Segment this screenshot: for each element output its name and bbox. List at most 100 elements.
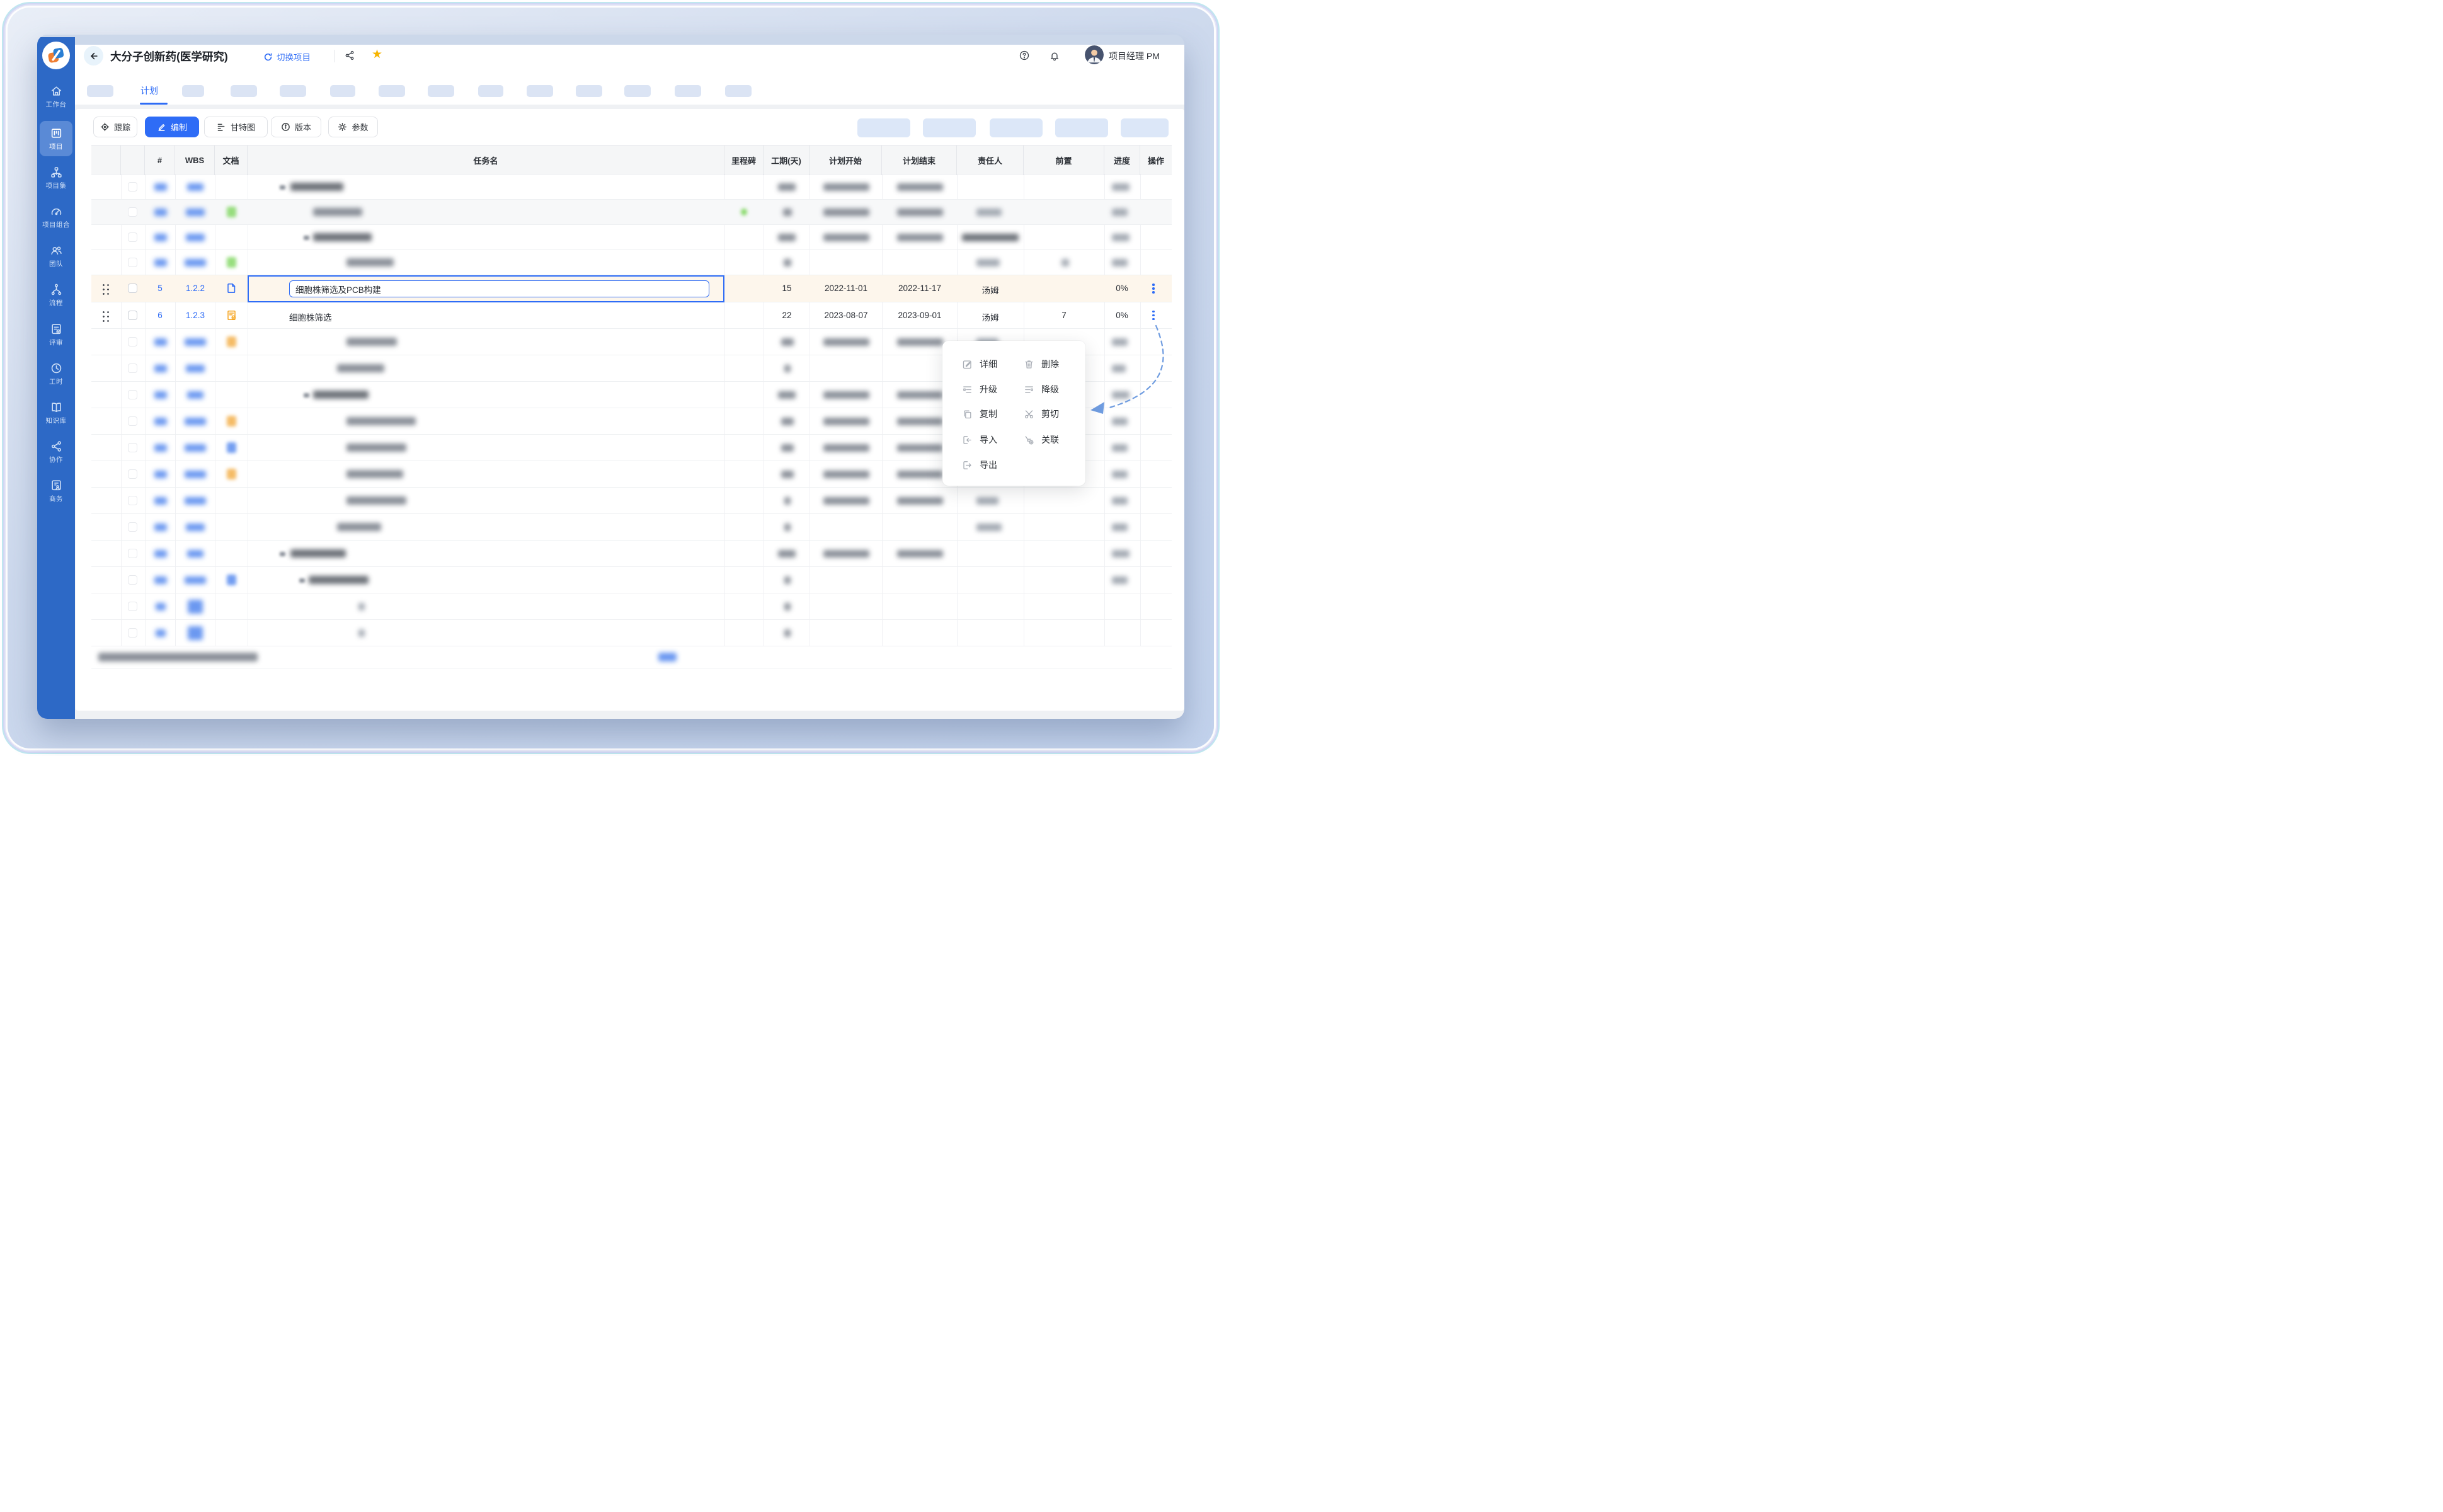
menu-item-cut[interactable]: 剪切 [1024, 407, 1059, 421]
menu-item-delete[interactable]: 删除 [1024, 357, 1059, 371]
tab-redacted[interactable] [624, 85, 651, 97]
row-checkbox[interactable] [128, 602, 137, 611]
col-milestone[interactable]: 里程碑 [724, 146, 764, 175]
col-predecessor[interactable]: 前置 [1024, 146, 1104, 175]
row-checkbox[interactable] [128, 182, 137, 192]
sidebar-item-project[interactable]: 项目 [40, 121, 72, 156]
sidebar-item-program[interactable]: 项目集 [37, 166, 75, 190]
track-button[interactable]: 跟踪 [93, 117, 137, 137]
row-checkbox[interactable] [128, 232, 137, 242]
menu-item-copy[interactable]: 复制 [962, 407, 997, 421]
tab-redacted[interactable] [379, 85, 405, 97]
app-logo[interactable] [42, 42, 70, 69]
params-button[interactable]: 参数 [328, 117, 378, 137]
task-name-input[interactable] [289, 280, 709, 297]
menu-item-link[interactable]: 关联 [1024, 433, 1059, 447]
sidebar-item-label: 知识库 [46, 416, 67, 425]
row-checkbox[interactable] [128, 207, 137, 217]
avatar[interactable] [1085, 45, 1104, 64]
edit-mode-button[interactable]: 编制 [145, 117, 199, 137]
row-checkbox[interactable] [128, 628, 137, 638]
version-button[interactable]: 版本 [271, 117, 321, 137]
user-name[interactable]: 项目经理 PM [1109, 50, 1160, 62]
col-plan-start[interactable]: 计划开始 [810, 146, 882, 175]
drag-handle[interactable] [101, 283, 110, 295]
sidebar-item-timesheet[interactable]: 工时 [37, 362, 75, 386]
toolbar-redacted-button[interactable] [857, 118, 910, 137]
col-owner[interactable]: 责任人 [957, 146, 1024, 175]
menu-item-detail[interactable]: 详细 [962, 357, 997, 371]
row-actions-button[interactable] [1152, 284, 1155, 294]
menu-item-demote[interactable]: 降级 [1024, 382, 1059, 396]
redacted-blob [962, 234, 1019, 241]
toolbar-redacted-button[interactable] [1121, 118, 1169, 137]
tab-redacted[interactable] [182, 85, 204, 97]
notifications-button[interactable]: 5 [1049, 50, 1060, 65]
col-num[interactable]: # [145, 146, 175, 175]
row-checkbox[interactable] [128, 416, 137, 426]
menu-item-import[interactable]: 导入 [962, 433, 997, 447]
toolbar-redacted-button[interactable] [923, 118, 976, 137]
help-button[interactable] [1019, 50, 1030, 64]
row-checkbox[interactable] [128, 496, 137, 505]
share-button[interactable] [344, 50, 355, 64]
col-wbs[interactable]: WBS [175, 146, 215, 175]
col-doc[interactable]: 文档 [215, 146, 248, 175]
col-task[interactable]: 任务名 [248, 146, 724, 175]
tab-redacted[interactable] [478, 85, 503, 97]
row-checkbox[interactable] [128, 522, 137, 532]
row-wbs[interactable]: 1.2.2 [186, 284, 205, 293]
sidebar-item-collaboration[interactable]: 协作 [37, 440, 75, 464]
tab-redacted[interactable] [428, 85, 454, 97]
row-checkbox[interactable] [128, 549, 137, 558]
sidebar-item-team[interactable]: 团队 [37, 244, 75, 268]
sidebar-item-business[interactable]: 商务 [37, 479, 75, 503]
gantt-button[interactable]: 甘特图 [204, 117, 268, 137]
row-checkbox[interactable] [128, 364, 137, 373]
tab-redacted[interactable] [330, 85, 355, 97]
row-checkbox[interactable] [128, 443, 137, 452]
edit-mode-label: 编制 [171, 121, 187, 133]
redacted-blob [154, 209, 167, 216]
row-wbs[interactable]: 1.2.3 [186, 311, 205, 320]
sidebar-item-knowledge[interactable]: 知识库 [37, 401, 75, 425]
col-progress[interactable]: 进度 [1104, 146, 1140, 175]
back-button[interactable] [84, 46, 103, 66]
sidebar-item-portfolio[interactable]: 项目组合 [37, 205, 75, 229]
row-actions-button[interactable] [1152, 311, 1155, 321]
redacted-link[interactable] [658, 653, 677, 662]
col-actions[interactable]: 操作 [1140, 146, 1172, 175]
row-checkbox[interactable] [128, 311, 137, 320]
sidebar-item-workbench[interactable]: 工作台 [37, 84, 75, 109]
row-checkbox[interactable] [128, 284, 137, 293]
col-plan-end[interactable]: 计划结束 [882, 146, 957, 175]
tab-redacted[interactable] [576, 85, 602, 97]
doc-icon-orange[interactable] [226, 310, 237, 321]
tab-redacted[interactable] [280, 85, 306, 97]
sidebar-item-workflow[interactable]: 流程 [37, 283, 75, 307]
col-duration[interactable]: 工期(天) [764, 146, 810, 175]
sidebar-item-label: 评审 [49, 338, 63, 347]
row-checkbox[interactable] [128, 390, 137, 399]
row-checkbox[interactable] [128, 469, 137, 479]
doc-icon-blue[interactable] [226, 283, 237, 294]
menu-item-export[interactable]: 导出 [962, 458, 997, 472]
row-checkbox[interactable] [128, 337, 137, 346]
row-task[interactable]: 细胞株筛选 [289, 311, 332, 323]
toolbar-redacted-button[interactable] [1055, 118, 1108, 137]
tab-redacted[interactable] [87, 85, 113, 97]
tab-redacted[interactable] [527, 85, 553, 97]
tab-redacted[interactable] [725, 85, 752, 97]
favorite-star-icon[interactable]: ★ [372, 47, 382, 62]
toolbar-redacted-button[interactable] [990, 118, 1043, 137]
switch-project-button[interactable]: 切换项目 [263, 50, 311, 63]
redacted-caret [280, 185, 285, 190]
tab-redacted[interactable] [231, 85, 257, 97]
menu-item-promote[interactable]: 升级 [962, 382, 997, 396]
row-checkbox[interactable] [128, 575, 137, 585]
sidebar-item-review[interactable]: 评审 [37, 323, 75, 347]
tab-plan[interactable]: 计划 [140, 84, 158, 97]
tab-redacted[interactable] [675, 85, 701, 97]
drag-handle[interactable] [101, 310, 110, 322]
row-checkbox[interactable] [128, 258, 137, 267]
